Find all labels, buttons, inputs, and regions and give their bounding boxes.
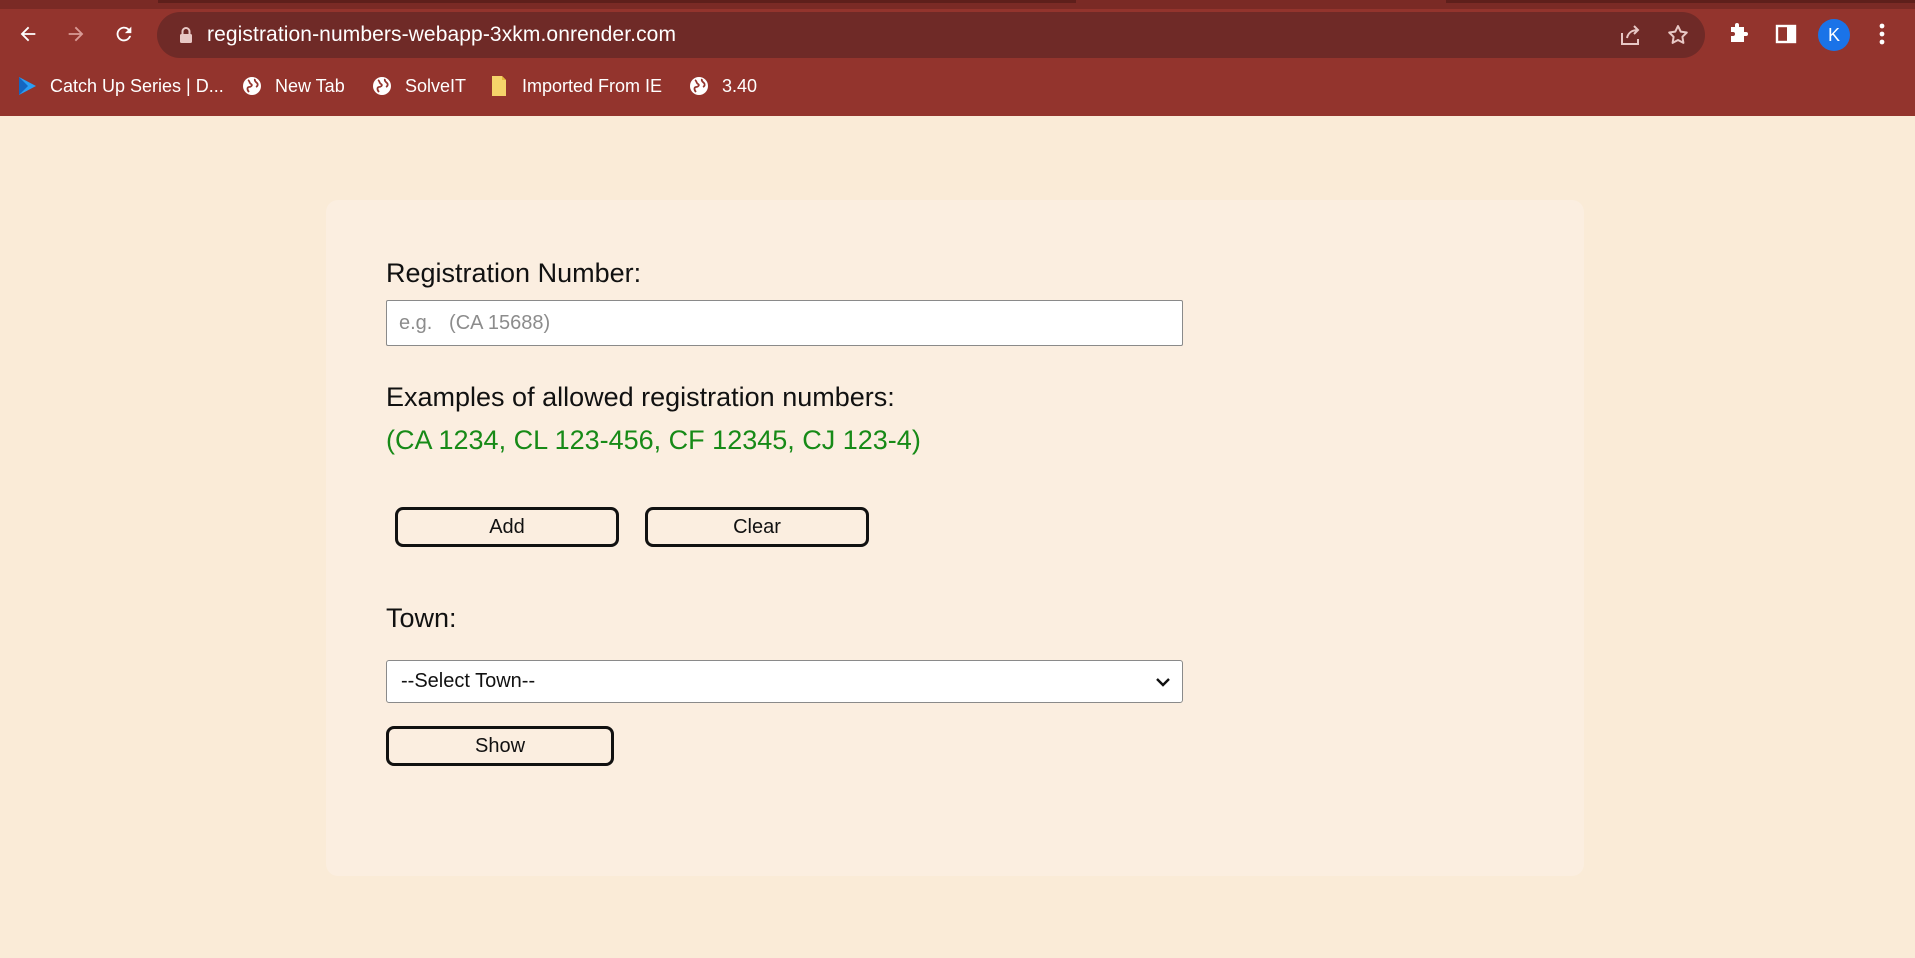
chevron-down-icon [1156, 678, 1170, 687]
profile-avatar[interactable]: K [1818, 19, 1850, 51]
bookmark-label: 3.40 [722, 75, 758, 96]
side-panel-icon[interactable] [1770, 18, 1802, 50]
examples-text: (CA 1234, CL 123-456, CF 12345, CJ 123-4… [386, 425, 921, 455]
forward-arrow-icon [68, 26, 84, 42]
reload-button[interactable] [108, 18, 140, 50]
bookmark-catch-up-series[interactable]: Catch Up Series | D... [16, 68, 224, 104]
globe-icon [688, 75, 710, 97]
bookmark-label: Catch Up Series | D... [50, 75, 224, 96]
bookmark-new-tab[interactable]: New Tab [241, 68, 345, 104]
examples-label: Examples of allowed registration numbers… [386, 382, 895, 412]
address-bar[interactable]: registration-numbers-webapp-3xkm.onrende… [157, 12, 1705, 58]
registration-number-label: Registration Number: [386, 258, 642, 288]
reload-icon [116, 26, 132, 42]
town-select-value: --Select Town-- [401, 670, 536, 692]
back-button[interactable] [12, 18, 44, 50]
url-text[interactable]: registration-numbers-webapp-3xkm.onrende… [207, 23, 676, 47]
bookmarks-bar: Catch Up Series | D... New Tab SolveIT I… [0, 68, 1915, 104]
bookmark-3-40[interactable]: 3.40 [688, 68, 757, 104]
menu-kebab-icon[interactable] [1866, 18, 1898, 50]
bookmark-label: Imported From IE [522, 75, 663, 96]
bookmark-label: New Tab [275, 75, 345, 96]
forward-button[interactable] [60, 18, 92, 50]
globe-icon [371, 75, 393, 97]
registration-number-input[interactable] [386, 300, 1183, 346]
show-button[interactable]: Show [386, 726, 614, 766]
add-button[interactable]: Add [395, 507, 619, 547]
town-label: Town: [386, 603, 457, 633]
bookmark-label: SolveIT [405, 75, 467, 96]
folder-icon [488, 75, 510, 97]
bookmark-imported-from-ie[interactable]: Imported From IE [488, 68, 662, 104]
lock-icon[interactable] [177, 26, 195, 44]
extensions-puzzle-icon[interactable] [1722, 18, 1754, 50]
tab-strip [0, 0, 1915, 9]
browser-toolbar: registration-numbers-webapp-3xkm.onrende… [0, 0, 1915, 116]
globe-icon [241, 75, 263, 97]
bookmark-star-icon[interactable] [1664, 21, 1692, 49]
active-tab-indicator [158, 0, 1076, 3]
tab-indicator [1446, 0, 1915, 3]
play-logo-icon [16, 75, 38, 97]
town-select[interactable]: --Select Town-- [386, 660, 1183, 703]
back-arrow-icon [20, 26, 36, 42]
clear-button[interactable]: Clear [645, 507, 869, 547]
share-icon[interactable] [1617, 21, 1645, 49]
bookmark-solveit[interactable]: SolveIT [371, 68, 466, 104]
